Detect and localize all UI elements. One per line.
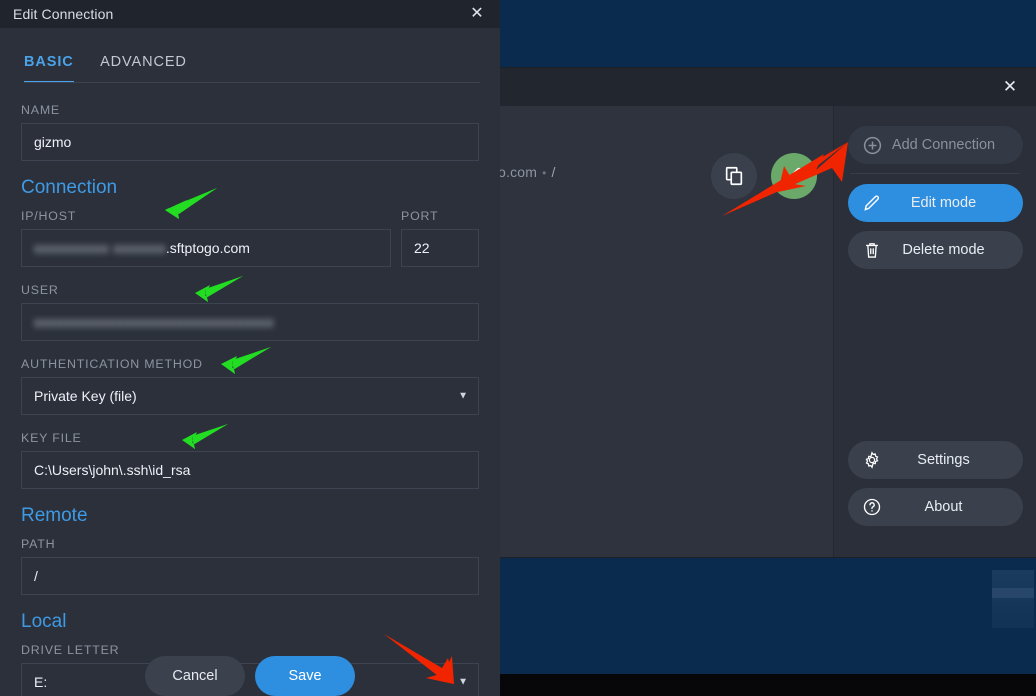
cancel-button[interactable]: Cancel [145,656,245,696]
user-label: USER [21,283,59,297]
close-icon[interactable]: ✕ [467,4,487,24]
name-value: gizmo [34,134,72,150]
path-label: PATH [21,537,56,551]
host-redacted-value: xxxxxxxxxx xxxxxxx [34,240,166,256]
screen: ✕ o.com • / Add Connection Edit mode Del… [0,0,1036,696]
trash-icon [861,239,883,261]
connection-separator: • [542,166,547,180]
connection-row: o.com • / [498,140,833,212]
drive-letter-label: DRIVE LETTER [21,643,120,657]
host-domain-value: .sftptogo.com [165,240,250,256]
close-icon[interactable]: ✕ [1000,78,1020,96]
sidebar-item-settings[interactable]: Settings [848,441,1023,479]
sidebar-item-about[interactable]: About [848,488,1023,526]
desktop-widget [992,570,1034,628]
connection-summary: o.com • / [498,164,556,180]
pencil-icon [861,192,883,214]
key-file-value: C:\Users\john\.ssh\id_rsa [34,462,191,478]
port-input[interactable]: 22 [401,229,479,267]
sidebar-item-delete-mode[interactable]: Delete mode [848,231,1023,269]
dialog-title: Edit Connection [13,6,114,22]
tab-basic[interactable]: BASIC [24,54,74,83]
tab-advanced[interactable]: ADVANCED [100,54,187,81]
key-file-input[interactable]: C:\Users\john\.ssh\id_rsa [21,451,479,489]
name-input[interactable]: gizmo [21,123,479,161]
path-value: / [34,568,38,584]
tab-underline [24,82,480,83]
remote-section-heading: Remote [21,505,88,526]
authentication-method-select[interactable]: Private Key (file) ▼ [21,377,479,415]
host-input[interactable]: xxxxxxxxxx xxxxxxx .sftptogo.com [21,229,391,267]
main-application-window: ✕ o.com • / Add Connection Edit mode Del… [498,68,1036,557]
sidebar: Add Connection Edit mode Delete mode Set… [833,106,1036,557]
sidebar-divider [850,173,1020,174]
save-button[interactable]: Save [255,656,355,696]
port-label: PORT [401,209,439,223]
tab-bar: BASIC ADVANCED [0,53,500,83]
plus-circle-icon [861,134,883,156]
connection-host-text: o.com [498,164,538,180]
key-file-label: KEY FILE [21,431,82,445]
authentication-method-label: AUTHENTICATION METHOD [21,357,203,371]
host-label: IP/HOST [21,209,77,223]
pencil-icon[interactable] [771,153,817,199]
edit-connection-dialog: Edit Connection ✕ BASIC ADVANCED NAME gi… [0,0,500,696]
sidebar-item-add-connection[interactable]: Add Connection [848,126,1023,164]
connection-list-area: o.com • / [498,106,833,557]
chevron-down-icon: ▼ [458,390,468,402]
dialog-titlebar: Edit Connection ✕ [0,0,500,28]
connection-section-heading: Connection [21,177,118,198]
connection-form: NAME gizmo Connection IP/HOST xxxxxxxxxx… [0,103,500,696]
connection-path-text: / [551,164,556,180]
local-section-heading: Local [21,611,67,632]
dialog-footer: Cancel Save [0,656,500,696]
path-input[interactable]: / [21,557,479,595]
host-port-row: IP/HOST xxxxxxxxxx xxxxxxx .sftptogo.com … [21,209,479,283]
port-value: 22 [414,240,430,256]
app-titlebar: ✕ [500,68,1036,106]
question-circle-icon [861,496,883,518]
gear-icon [861,449,883,471]
authentication-method-value: Private Key (file) [34,388,137,404]
app-body: o.com • / Add Connection Edit mode Delet… [498,106,1036,557]
user-redacted-value: xxxxxxxxxxxxxxxxxxxxxxxxxxxxxxxx [34,314,274,330]
name-label: NAME [21,103,60,117]
copy-icon[interactable] [711,153,757,199]
user-input[interactable]: xxxxxxxxxxxxxxxxxxxxxxxxxxxxxxxx [21,303,479,341]
sidebar-bottom-group: Settings About [848,441,1023,535]
sidebar-item-edit-mode[interactable]: Edit mode [848,184,1023,222]
